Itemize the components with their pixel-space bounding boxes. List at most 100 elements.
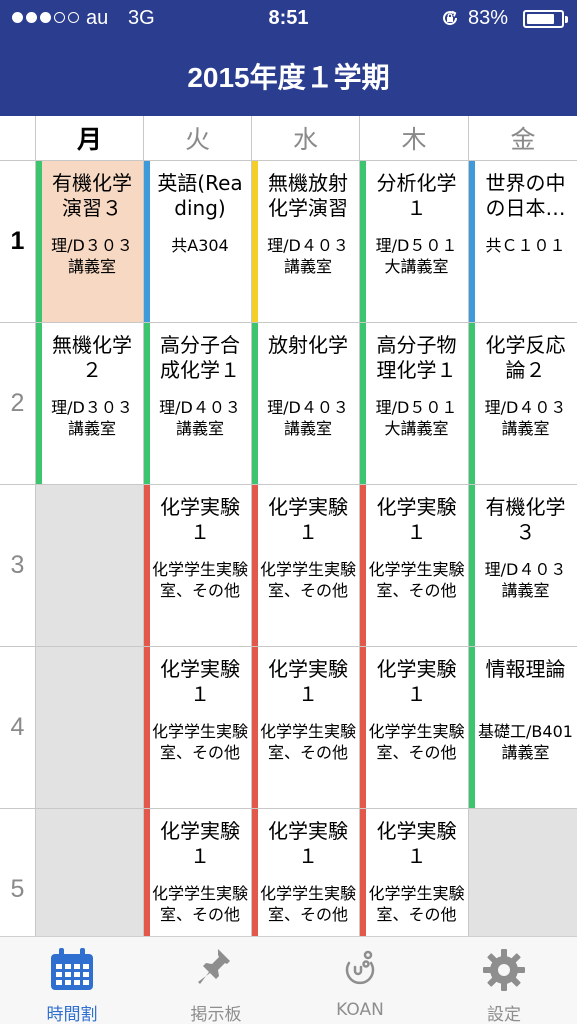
course-room: 理/D５０１大講義室 (375, 236, 458, 276)
course-room: 理/D３０３講義室 (51, 398, 133, 438)
rotation-lock-icon (443, 10, 458, 26)
course-name: 無機放射化学演習 (268, 171, 348, 220)
course-name: 世界の中の日本… (485, 171, 566, 220)
course-name: 分析化学１ (376, 171, 457, 220)
course-cell[interactable]: 分析化学１ 理/D５０１大講義室 (359, 161, 468, 323)
course-cell[interactable]: 英語(Reading) 共A304 (143, 161, 251, 323)
course-cell[interactable]: 世界の中の日本… 共Ｃ１０１ (468, 161, 577, 323)
gear-icon (483, 949, 525, 991)
course-name: 化学実験１ (376, 657, 457, 706)
course-room: 化学学生実験室、その他 (368, 560, 465, 600)
course-cell[interactable]: 化学実験１ 化学学生実験室、その他 (359, 809, 468, 936)
course-room: 化学学生実験室、その他 (368, 722, 465, 762)
page-title: 2015年度１学期 (187, 62, 390, 93)
course-color-stripe (360, 647, 366, 808)
pushpin-icon (198, 949, 230, 984)
battery-nub (565, 16, 568, 23)
course-color-stripe (36, 323, 42, 484)
course-color-stripe (360, 161, 366, 322)
status-bar: au 3G 8:51 83% (0, 0, 577, 38)
course-cell[interactable]: 化学実験１ 化学学生実験室、その他 (359, 485, 468, 647)
course-color-stripe (360, 809, 366, 936)
course-cell[interactable]: 化学実験１ 化学学生実験室、その他 (251, 809, 359, 936)
period-number: 3 (0, 485, 35, 647)
course-cell[interactable]: 高分子物理化学１ 理/D５０１大講義室 (359, 323, 468, 485)
weekday-header: 木 (359, 116, 468, 161)
course-color-stripe (360, 323, 366, 484)
tab-timetable[interactable]: 時間割 (0, 937, 144, 1024)
course-name: 有機化学３ (485, 495, 566, 544)
course-room: 化学学生実験室、その他 (368, 884, 465, 924)
course-color-stripe (252, 161, 258, 322)
course-room: 理/D４０３講義室 (267, 398, 349, 438)
course-name: 高分子物理化学１ (376, 333, 457, 382)
tab-label: KOAN (336, 1000, 384, 1020)
weekday-header: 金 (468, 116, 577, 161)
course-room: 化学学生実験室、その他 (152, 884, 249, 924)
course-room: 理/D４０３講義室 (484, 560, 567, 600)
tab-settings[interactable]: 設定 (432, 937, 576, 1024)
course-room: 化学学生実験室、その他 (260, 560, 357, 600)
course-room: 理/D３０３講義室 (51, 236, 133, 276)
course-color-stripe (144, 161, 150, 322)
weekday-header: 火 (143, 116, 251, 161)
tab-bulletin-board[interactable]: 掲示板 (144, 937, 288, 1024)
tab-label: 時間割 (46, 1005, 98, 1024)
period-number: 5 (0, 809, 35, 936)
period-number: 4 (0, 647, 35, 809)
weekday-header-row: 月火水木金 (0, 116, 577, 161)
course-name: 情報理論 (485, 657, 566, 681)
weekday-header: 水 (251, 116, 359, 161)
course-color-stripe (144, 485, 150, 646)
empty-timetable-slot[interactable] (35, 647, 143, 809)
tab-bar: 時間割 掲示板 KOAN 設定 (0, 936, 577, 1024)
course-name: 化学実験１ (376, 495, 457, 544)
course-cell[interactable]: 放射化学理/D４０３講義室 (251, 323, 359, 485)
battery-icon (523, 10, 568, 28)
timetable[interactable]: 月火水木金 1 有機化学演習３ 理/D３０３講義室 英語(Reading) 共A304 無… (0, 116, 577, 936)
course-room: 理/D５０１大講義室 (375, 398, 458, 438)
tab-koan[interactable]: KOAN (288, 937, 432, 1024)
course-name: 放射化学 (268, 333, 348, 357)
course-cell[interactable]: 化学実験１ 化学学生実験室、その他 (143, 809, 251, 936)
course-cell[interactable]: 有機化学演習３ 理/D３０３講義室 (35, 161, 143, 323)
course-name: 化学実験１ (376, 819, 457, 868)
course-color-stripe (469, 485, 475, 646)
course-name: 化学実験１ (160, 819, 240, 868)
course-color-stripe (252, 809, 258, 936)
empty-timetable-slot[interactable] (35, 809, 143, 936)
course-cell[interactable]: 無機放射化学演習 理/D４０３講義室 (251, 161, 359, 323)
course-color-stripe (469, 647, 475, 808)
course-color-stripe (360, 485, 366, 646)
course-cell[interactable]: 高分子合成化学１ 理/D４０３講義室 (143, 323, 251, 485)
course-name: 化学実験１ (268, 819, 348, 868)
course-cell[interactable]: 化学実験１ 化学学生実験室、その他 (251, 647, 359, 809)
course-room: 共Ｃ１０１ (485, 236, 566, 255)
course-room: 化学学生実験室、その他 (260, 884, 357, 924)
course-cell[interactable]: 有機化学３ 理/D４０３講義室 (468, 485, 577, 647)
course-cell[interactable]: 無機化学２ 理/D３０３講義室 (35, 323, 143, 485)
course-color-stripe (144, 809, 150, 936)
course-color-stripe (144, 647, 150, 808)
empty-timetable-slot[interactable] (468, 809, 577, 936)
empty-timetable-slot[interactable] (35, 485, 143, 647)
course-room: 基礎工/B401講義室 (478, 722, 573, 762)
course-room: 化学学生実験室、その他 (152, 560, 249, 600)
weekday-header: 月 (35, 116, 143, 161)
navigation-header: au 3G 8:51 83% 2015年度１学期 (0, 0, 577, 116)
course-cell[interactable]: 化学実験１ 化学学生実験室、その他 (143, 485, 251, 647)
course-name: 英語(Reading) (157, 171, 243, 220)
course-room: 化学学生実験室、その他 (260, 722, 357, 762)
course-color-stripe (469, 323, 475, 484)
course-cell[interactable]: 化学実験１ 化学学生実験室、その他 (143, 647, 251, 809)
course-cell[interactable]: 化学実験１ 化学学生実験室、その他 (251, 485, 359, 647)
course-cell[interactable]: 化学反応論２ 理/D４０３講義室 (468, 323, 577, 485)
course-color-stripe (252, 647, 258, 808)
course-color-stripe (36, 161, 42, 322)
period-number: 2 (0, 323, 35, 485)
course-room: 理/D４０３講義室 (159, 398, 241, 438)
course-name: 化学反応論２ (485, 333, 566, 382)
course-cell[interactable]: 情報理論基礎工/B401講義室 (468, 647, 577, 809)
course-cell[interactable]: 化学実験１ 化学学生実験室、その他 (359, 647, 468, 809)
course-name: 高分子合成化学１ (160, 333, 240, 382)
